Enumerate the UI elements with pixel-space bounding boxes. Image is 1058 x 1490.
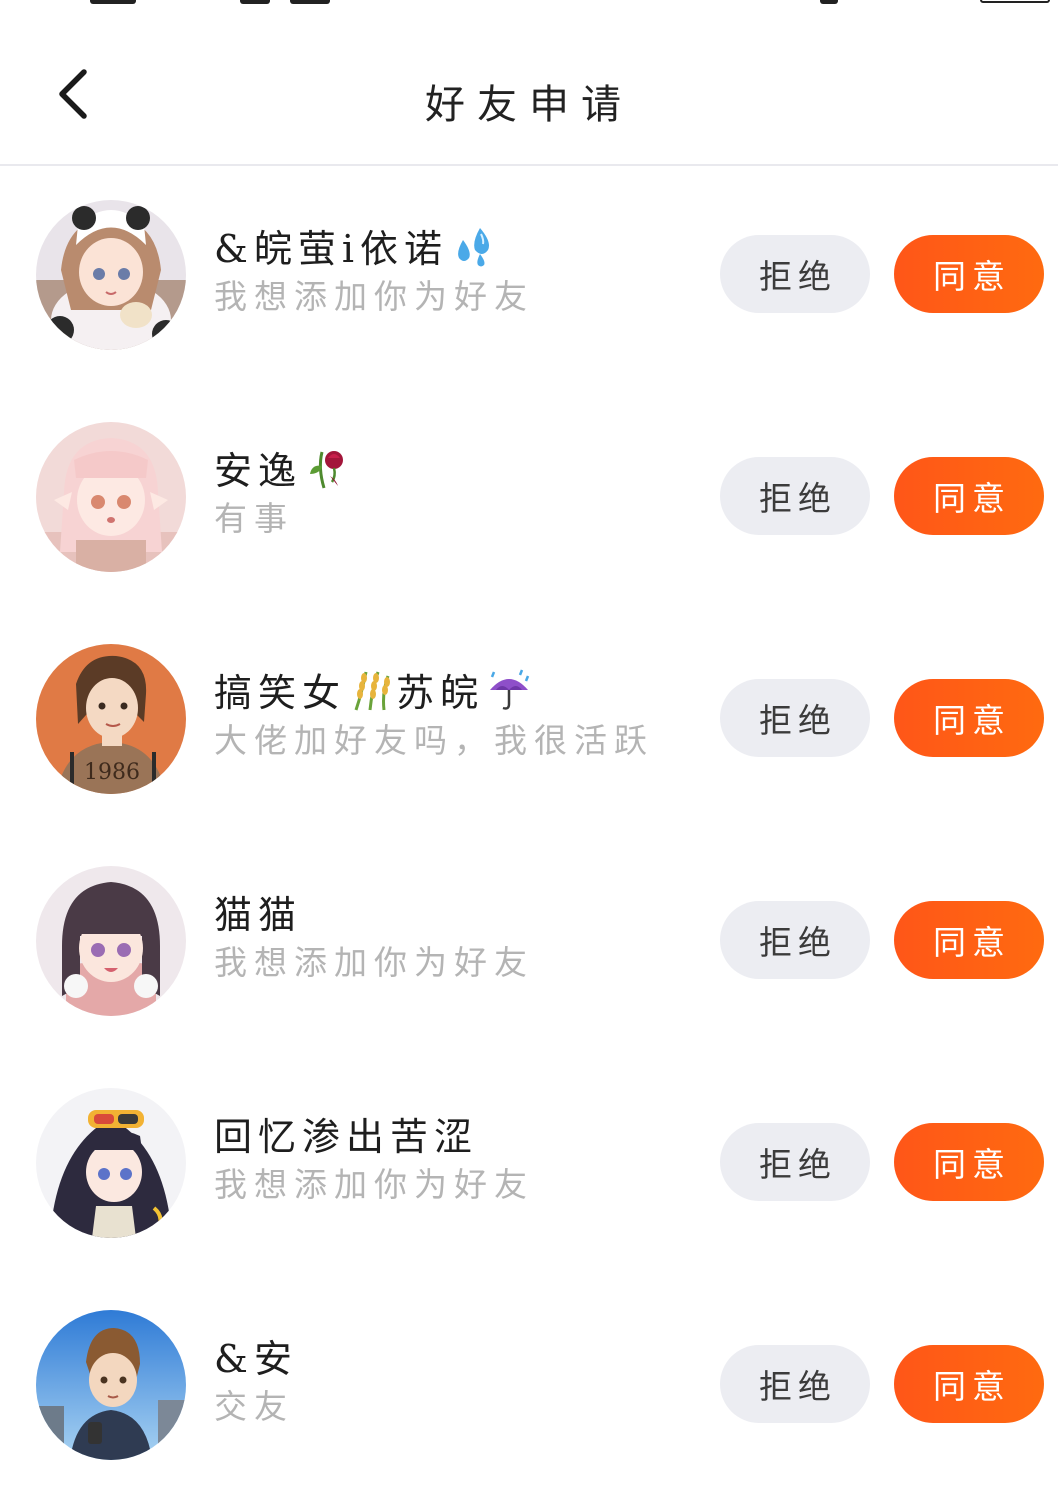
wilted-rose-icon	[310, 450, 344, 488]
status-icon	[290, 0, 330, 4]
request-message: 我想添加你为好友	[214, 943, 534, 982]
accept-button[interactable]: 同意	[894, 457, 1044, 535]
avatar[interactable]	[36, 1088, 186, 1238]
accept-button[interactable]: 同意	[894, 679, 1044, 757]
rice-sheaf-icon	[354, 671, 391, 710]
avatar-image	[36, 1088, 186, 1238]
request-row: 1986 搞笑女 苏皖 大佬加好友吗，我很活跃 拒绝 同意	[0, 610, 1058, 832]
avatar[interactable]	[36, 866, 186, 1016]
request-row: &安 交友 拒绝 同意	[0, 1276, 1058, 1490]
reject-button[interactable]: 拒绝	[720, 235, 870, 313]
avatar[interactable]	[36, 422, 186, 572]
avatar[interactable]: 1986	[36, 644, 186, 794]
avatar-image: 1986	[36, 644, 186, 794]
page-header: 好友申请	[0, 36, 1058, 166]
signal-icon	[90, 0, 136, 4]
reject-button[interactable]: 拒绝	[720, 679, 870, 757]
request-message: 交友	[214, 1387, 294, 1426]
accept-button[interactable]: 同意	[894, 901, 1044, 979]
requester-name: &皖萤i依诺	[214, 218, 496, 273]
request-message: 有事	[214, 499, 294, 538]
request-row: &皖萤i依诺 我想添加你为好友 拒绝 同意	[0, 166, 1058, 388]
request-row: 安逸 有事 拒绝 同意	[0, 388, 1058, 610]
reject-button[interactable]: 拒绝	[720, 1345, 870, 1423]
reject-button[interactable]: 拒绝	[720, 1123, 870, 1201]
request-message: 大佬加好友吗，我很活跃	[214, 721, 654, 760]
accept-button[interactable]: 同意	[894, 1345, 1044, 1423]
status-icon	[240, 0, 270, 4]
friend-request-page: 好友申请 &皖萤i依诺 我想添加你为好友 拒绝 同意 安逸 有事 拒绝 同意 1…	[0, 0, 1058, 1490]
battery-icon	[980, 0, 1050, 3]
reject-button[interactable]: 拒绝	[720, 457, 870, 535]
avatar-image	[36, 1310, 186, 1460]
requester-name: 搞笑女 苏皖	[214, 662, 532, 717]
status-icon	[820, 0, 838, 4]
requester-name: 安逸	[214, 440, 350, 495]
page-title: 好友申请	[425, 82, 633, 128]
requester-name: 回忆渗出苦涩	[214, 1115, 479, 1159]
request-row: 回忆渗出苦涩 我想添加你为好友 拒绝 同意	[0, 1054, 1058, 1276]
accept-button[interactable]: 同意	[894, 235, 1044, 313]
avatar[interactable]	[36, 200, 186, 350]
reject-button[interactable]: 拒绝	[720, 901, 870, 979]
avatar-image	[36, 422, 186, 572]
request-message: 我想添加你为好友	[214, 1165, 534, 1204]
requester-name: 猫猫	[214, 893, 303, 937]
svg-text:1986: 1986	[84, 760, 140, 785]
accept-button[interactable]: 同意	[894, 1123, 1044, 1201]
avatar-image	[36, 866, 186, 1016]
status-bar	[0, 0, 1058, 8]
avatar-image	[36, 200, 186, 350]
requester-name: &安	[214, 1337, 298, 1381]
request-message: 我想添加你为好友	[214, 277, 534, 316]
sweat-droplets-icon	[458, 227, 489, 266]
avatar[interactable]	[36, 1310, 186, 1460]
request-list: &皖萤i依诺 我想添加你为好友 拒绝 同意 安逸 有事 拒绝 同意 1986 搞…	[0, 166, 1058, 1490]
request-row: 猫猫 我想添加你为好友 拒绝 同意	[0, 832, 1058, 1054]
umbrella-rain-icon	[490, 669, 530, 710]
